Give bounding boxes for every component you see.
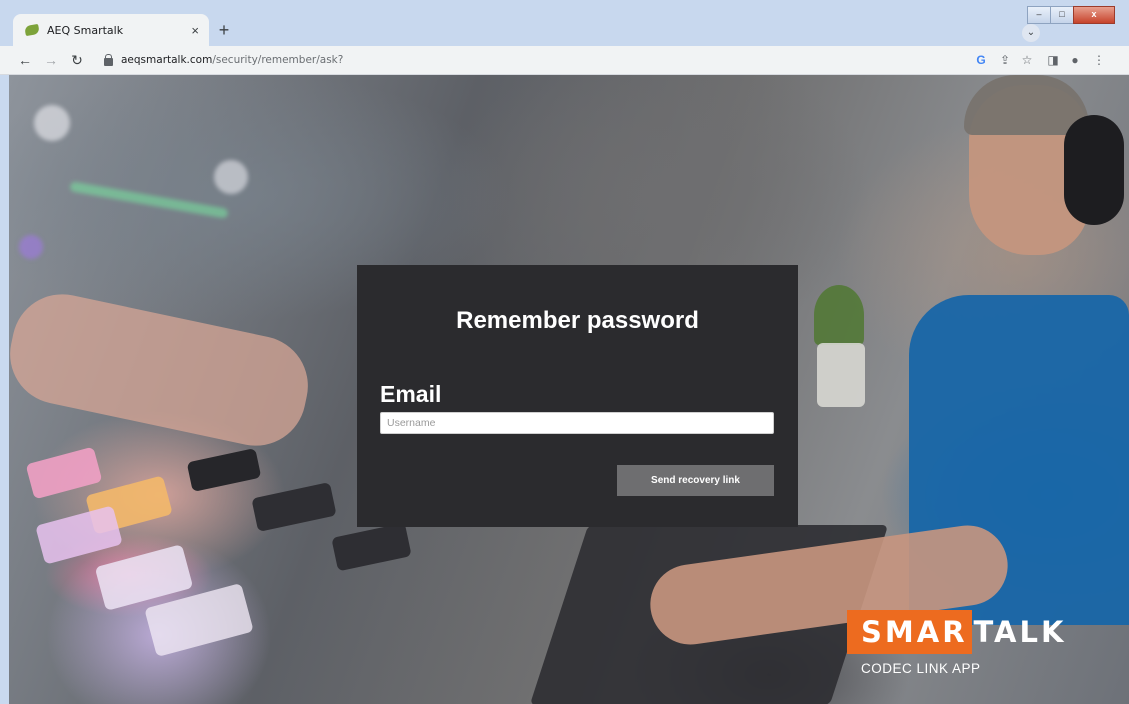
tab-title: AEQ Smartalk — [47, 23, 124, 37]
mixer-key-decoration — [25, 446, 103, 500]
login-background: Remember password Email Send recovery li… — [9, 75, 1129, 704]
tab-close-icon[interactable]: × — [191, 23, 199, 38]
bokeh-light-decoration — [214, 160, 248, 194]
minimize-button[interactable]: – — [1027, 6, 1051, 24]
maximize-button[interactable]: □ — [1050, 6, 1074, 24]
new-tab-icon[interactable]: + — [213, 20, 235, 42]
menu-kebab-icon[interactable]: ⋮ — [1090, 51, 1108, 69]
plant-decoration — [814, 285, 864, 345]
remember-password-dialog: Remember password Email Send recovery li… — [357, 265, 798, 527]
share-icon[interactable]: ⇪ — [996, 51, 1014, 69]
bookmark-star-icon[interactable]: ☆ — [1018, 51, 1036, 69]
tab-search-icon[interactable]: ⌄ — [1022, 24, 1040, 42]
lock-icon — [104, 54, 113, 66]
bokeh-light-decoration — [19, 235, 43, 259]
browser-toolbar: ← → ↻ aeqsmartalk.com/security/remember/… — [0, 46, 1129, 75]
browser-tab[interactable]: AEQ Smartalk × — [13, 14, 209, 46]
fader-knob-decoration — [331, 522, 412, 572]
url-host: aeqsmartalk.com — [121, 54, 213, 66]
logo-subtitle: CODEC LINK APP — [861, 661, 981, 676]
smartalk-logo: SMAR TALK CODEC LINK APP — [847, 610, 1066, 676]
side-panel-icon[interactable]: ◨ — [1044, 51, 1062, 69]
dialog-title: Remember password — [456, 307, 699, 334]
window-controls: – □ x — [1027, 6, 1115, 24]
fader-knob-decoration — [251, 482, 337, 532]
back-arrow-icon[interactable]: ← — [16, 51, 34, 69]
profile-avatar-icon[interactable]: ● — [1066, 51, 1084, 69]
browser-titlebar: AEQ Smartalk × + ⌄ – □ x — [0, 0, 1129, 46]
fader-knob-decoration — [186, 448, 262, 492]
logo-highlight-text: SMAR — [847, 610, 972, 654]
logo-rest-text: TALK — [973, 615, 1067, 649]
mixer-key-decoration — [35, 505, 123, 565]
email-label: Email — [380, 381, 442, 407]
forward-arrow-icon[interactable]: → — [42, 51, 60, 69]
bokeh-light-decoration — [34, 105, 70, 141]
hand-decoration — [9, 285, 318, 455]
led-strip-decoration — [69, 181, 229, 219]
google-translate-icon[interactable]: G — [972, 51, 990, 69]
aeq-favicon-icon — [24, 23, 40, 37]
headphone-decoration — [1064, 115, 1124, 225]
close-window-button[interactable]: x — [1073, 6, 1115, 24]
reload-icon[interactable]: ↻ — [68, 51, 86, 69]
email-input[interactable] — [380, 412, 774, 434]
url-path: /security/remember/ask? — [212, 54, 344, 66]
plant-pot-decoration — [817, 343, 865, 407]
address-bar[interactable]: aeqsmartalk.com/security/remember/ask? — [98, 50, 963, 70]
send-recovery-link-button[interactable]: Send recovery link — [617, 465, 774, 496]
